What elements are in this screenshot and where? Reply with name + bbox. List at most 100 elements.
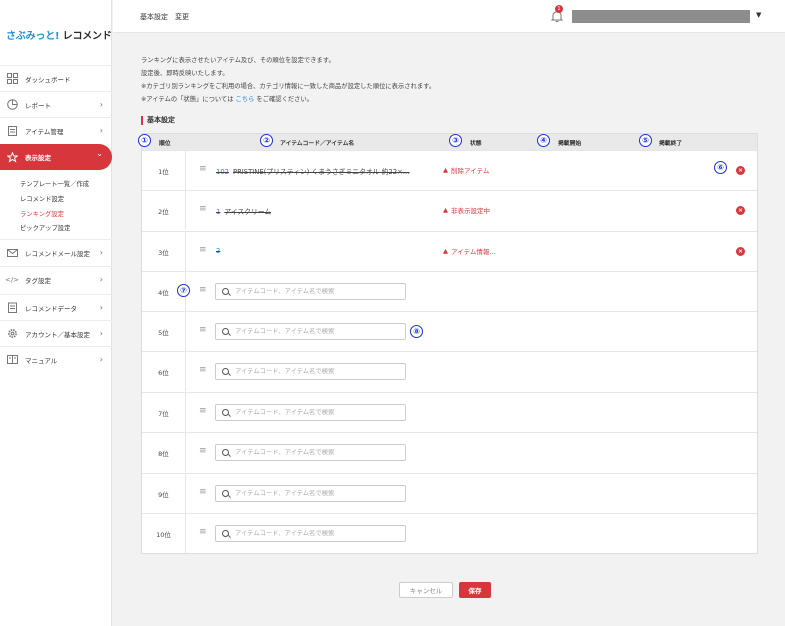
item-search-field[interactable] <box>215 525 406 542</box>
sidebar-item-report[interactable]: レポート › <box>0 91 112 117</box>
cancel-button[interactable]: キャンセル <box>399 582 453 598</box>
rank-cell: 1位 <box>142 151 186 190</box>
sidebar-item-dashboard[interactable]: ダッシュボード <box>0 65 112 91</box>
page-title: 基本設定 変更 <box>140 13 189 21</box>
status-label: 非表示設定中 <box>451 207 490 215</box>
brand-logo-part1: さぶみっと! <box>6 31 60 42</box>
table-row: 2位 ≡ 1 アイスクリーム ▲ 非表示設定中 × <box>142 190 757 230</box>
sidebar-item-label: レポート <box>25 101 51 110</box>
sidebar-item-tag[interactable]: </> タグ設定 › <box>0 266 112 292</box>
subnav-recommend-settings[interactable]: レコメンド設定 <box>20 194 110 203</box>
note-line: 設定後、即時反映いたします。 <box>141 70 229 77</box>
status-text: ▲ 非表示設定中 <box>443 205 490 215</box>
search-icon <box>222 328 229 335</box>
rank-cell: 8位 <box>142 433 186 472</box>
user-account-name[interactable] <box>572 10 750 23</box>
brand-logo[interactable]: さぶみっと! レコメンド <box>6 27 112 42</box>
drag-handle-icon[interactable]: ≡ <box>199 366 207 375</box>
rank-cell: 10位 <box>142 514 186 553</box>
delete-icon[interactable]: × <box>736 206 745 215</box>
item-search-input[interactable] <box>235 490 405 497</box>
chevron-right-icon: › <box>99 248 103 257</box>
search-icon <box>222 288 229 295</box>
item-search-input[interactable] <box>235 409 405 416</box>
drag-handle-icon[interactable]: ≡ <box>199 205 207 214</box>
description-notes: ランキングに表示させたいアイテム及び、その順位を設定できます。 設定後、即時反映… <box>141 54 435 106</box>
item-link[interactable]: 2 <box>216 247 224 255</box>
header-status: 状態 <box>470 141 482 147</box>
table-row: 10位 ≡ <box>142 513 757 553</box>
item-search-field[interactable] <box>215 323 406 340</box>
item-name: アイスクリーム <box>224 208 272 216</box>
item-search-input[interactable] <box>235 368 405 375</box>
item-search-field[interactable] <box>215 283 406 300</box>
sidebar-item-data[interactable]: レコメンドデータ › <box>0 294 112 320</box>
caret-down-icon[interactable]: ▼ <box>756 11 761 19</box>
sidebar-item-label: アイテム管理 <box>25 127 64 136</box>
chevron-right-icon: › <box>99 126 103 135</box>
warning-icon: ▲ <box>443 166 448 174</box>
item-search-field[interactable] <box>215 444 406 461</box>
drag-handle-icon[interactable]: ≡ <box>199 407 207 416</box>
sidebar-item-label: アカウント／基本設定 <box>25 330 90 339</box>
annotation-marker-7: ⑦ <box>177 284 190 297</box>
dashboard-icon <box>6 73 18 85</box>
item-search-input[interactable] <box>235 328 405 335</box>
status-label: 削除アイテム <box>451 167 490 175</box>
item-link[interactable]: 1 アイスクリーム <box>216 206 271 216</box>
item-search-input[interactable] <box>235 449 405 456</box>
delete-icon[interactable]: × <box>736 247 745 256</box>
subnav-pickup-settings[interactable]: ピックアップ設定 <box>20 223 110 232</box>
search-icon <box>222 409 229 416</box>
note-line: ランキングに表示させたいアイテム及び、その順位を設定できます。 <box>141 57 335 64</box>
drag-handle-icon[interactable]: ≡ <box>199 286 207 295</box>
item-search-input[interactable] <box>235 288 405 295</box>
item-link[interactable]: 102 PRISTINE(プリスティン) くまうさぎミニタオル 約22×… <box>216 166 410 176</box>
item-code: 102 <box>216 168 229 176</box>
annotation-marker-2: ② <box>260 134 273 147</box>
item-search-input[interactable] <box>235 530 405 537</box>
sidebar-item-label: 表示設定 <box>25 154 51 162</box>
status-help-link[interactable]: こちら <box>236 96 255 103</box>
subnav-ranking-settings[interactable]: ランキング設定 <box>20 209 110 218</box>
save-button[interactable]: 保存 <box>459 582 491 598</box>
notification-badge: 1 <box>555 5 563 13</box>
sidebar-item-display-settings[interactable]: 表示設定 ⌄ <box>0 144 112 170</box>
sidebar-item-mail[interactable]: レコメンドメール設定 › <box>0 239 112 265</box>
rank-cell: 2位 <box>142 191 186 230</box>
item-name: PRISTINE(プリスティン) くまうさぎミニタオル 約22×… <box>232 168 410 176</box>
drag-handle-icon[interactable]: ≡ <box>199 246 207 255</box>
item-search-field[interactable] <box>215 363 406 380</box>
drag-handle-icon[interactable]: ≡ <box>199 447 207 456</box>
rank-cell: 6位 <box>142 352 186 391</box>
table-row: 4位 ≡ <box>142 271 757 311</box>
table-row: 6位 ≡ <box>142 351 757 391</box>
chevron-right-icon: › <box>99 275 103 284</box>
note-line: ※カテゴリ別ランキングをご利用の場合、カテゴリ情報に一致した商品が設定した順位に… <box>141 83 436 90</box>
annotation-marker-1: ① <box>138 134 151 147</box>
annotation-marker-6: ⑥ <box>714 161 727 174</box>
rank-cell: 9位 <box>142 474 186 513</box>
subnav-template-list[interactable]: テンプレート一覧／作成 <box>20 179 110 188</box>
drag-handle-icon[interactable]: ≡ <box>199 326 207 335</box>
sidebar-item-manual[interactable]: マニュアル › <box>0 346 112 372</box>
header-item: アイテムコード／アイテム名 <box>280 141 355 147</box>
status-label: アイテム情報… <box>451 248 496 256</box>
item-search-field[interactable] <box>215 485 406 502</box>
ranking-table: 順位 アイテムコード／アイテム名 状態 掲載開始 掲載終了 1位 ≡ 102 PR… <box>141 133 758 554</box>
sidebar-item-label: マニュアル <box>25 356 58 365</box>
sidebar-item-items[interactable]: アイテム管理 › <box>0 117 112 143</box>
search-icon <box>222 449 229 456</box>
header-start: 掲載開始 <box>558 141 582 147</box>
table-row: 7位 ≡ <box>142 392 757 432</box>
drag-handle-icon[interactable]: ≡ <box>199 165 207 174</box>
status-text: ▲ 削除アイテム <box>443 165 489 175</box>
chevron-down-icon: ⌄ <box>96 149 103 158</box>
sidebar-item-label: レコメンドデータ <box>25 304 77 313</box>
sidebar-item-account[interactable]: アカウント／基本設定 › <box>0 320 112 346</box>
table-row: 5位 ≡ <box>142 311 757 351</box>
delete-icon[interactable]: × <box>736 166 745 175</box>
drag-handle-icon[interactable]: ≡ <box>199 528 207 537</box>
item-search-field[interactable] <box>215 404 406 421</box>
drag-handle-icon[interactable]: ≡ <box>199 488 207 497</box>
